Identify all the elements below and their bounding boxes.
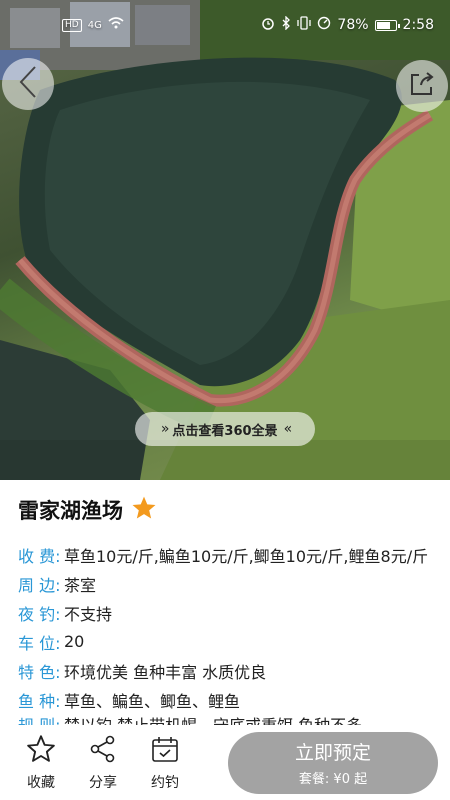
venue-title: 雷家湖渔场 (18, 499, 123, 523)
detail-row-rules: 规 则: 禁以钓 禁止带机蝎，守底或重饵 鱼种不多 (18, 714, 432, 725)
hd-badge: HD (62, 18, 82, 32)
wifi-icon (108, 17, 124, 33)
vibrate-icon (297, 16, 312, 34)
detail-row-surroundings: 周 边: 茶室 (18, 569, 432, 598)
detail-label: 周 边: (18, 575, 61, 595)
book-now-label: 立即预定 (294, 742, 371, 764)
share-label: 分享 (89, 774, 117, 791)
star-outline-icon (26, 734, 56, 768)
detail-label: 特 色: (18, 662, 61, 682)
detail-value: 环境优美 鱼种丰富 水质优良 (64, 662, 267, 682)
share-top-button[interactable] (396, 60, 448, 112)
detail-row-fish-species: 鱼 种: 草鱼、鳊鱼、鲫鱼、鲤鱼 (18, 685, 432, 714)
book-now-button[interactable]: 立即预定 套餐: ¥0 起 (228, 731, 438, 794)
battery-fill (376, 21, 390, 29)
share-button[interactable]: 分享 (72, 733, 134, 793)
clock: 2:58 (402, 17, 434, 33)
detail-value: 草鱼、鳊鱼、鲫鱼、鲤鱼 (64, 691, 241, 711)
favorite-label: 收藏 (27, 774, 55, 791)
hero-photo[interactable] (0, 0, 450, 480)
battery-percent: 78% (337, 17, 369, 33)
detail-label: 鱼 种: (18, 691, 61, 711)
detail-value: 禁以钓 禁止带机蝎，守底或重饵 鱼种不多 (64, 714, 362, 725)
double-chevron-left-icon: « (283, 421, 292, 437)
venue-info: 雷家湖渔场 收 费: 草鱼10元/斤,鳊鱼10元/斤,鲫鱼10元/斤,鲤鱼8元/… (0, 480, 450, 725)
detail-label: 车 位: (18, 633, 61, 653)
detail-row-features: 特 色: 环境优美 鱼种丰富 水质优良 (18, 656, 432, 685)
detail-label: 收 费: (18, 546, 61, 566)
detail-row-fee: 收 费: 草鱼10元/斤,鳊鱼10元/斤,鲫鱼10元/斤,鲤鱼8元/斤 (18, 540, 432, 569)
battery-icon (374, 19, 400, 31)
panorama-label: 点击查看360全景 (172, 423, 278, 439)
title-row: 雷家湖渔场 (18, 480, 432, 540)
favorite-button[interactable]: 收藏 (10, 733, 72, 793)
detail-row-parking: 车 位: 20 (18, 627, 432, 656)
detail-value: 茶室 (64, 575, 97, 595)
star-icon[interactable] (131, 495, 157, 525)
detail-value: 草鱼10元/斤,鳊鱼10元/斤,鲫鱼10元/斤,鲤鱼8元/斤 (64, 546, 429, 566)
detail-label: 夜 钓: (18, 604, 61, 624)
share-icon (88, 734, 118, 768)
double-chevron-right-icon: » (160, 421, 169, 437)
bottom-action-bar: 收藏 分享 约钓 立即预定 套餐: ¥0 起 (0, 725, 450, 800)
alarm-icon (261, 16, 275, 34)
aerial-pond-image (0, 0, 450, 480)
network-indicator: 4G (87, 19, 102, 31)
detail-row-night-fishing: 夜 钓: 不支持 (18, 598, 432, 627)
chevron-left-icon (17, 65, 39, 103)
status-right: 78% 2:58 (261, 15, 434, 34)
appointment-label: 约钓 (151, 774, 179, 791)
appointment-button[interactable]: 约钓 (134, 733, 196, 793)
status-bar: HD 4G 78% 2:58 (0, 0, 450, 50)
status-left: HD 4G (62, 17, 124, 33)
detail-value: 不支持 (64, 604, 113, 624)
detail-label: 规 则: (18, 714, 64, 725)
bluetooth-icon (281, 15, 291, 34)
detail-value: 20 (64, 632, 85, 651)
share-external-icon (408, 70, 436, 102)
package-price-label: 套餐: ¥0 起 (298, 772, 368, 787)
calendar-icon (150, 734, 180, 768)
back-button[interactable] (2, 58, 54, 110)
speedometer-icon (317, 16, 331, 34)
panorama-360-button[interactable]: » 点击查看360全景 « (135, 412, 315, 446)
